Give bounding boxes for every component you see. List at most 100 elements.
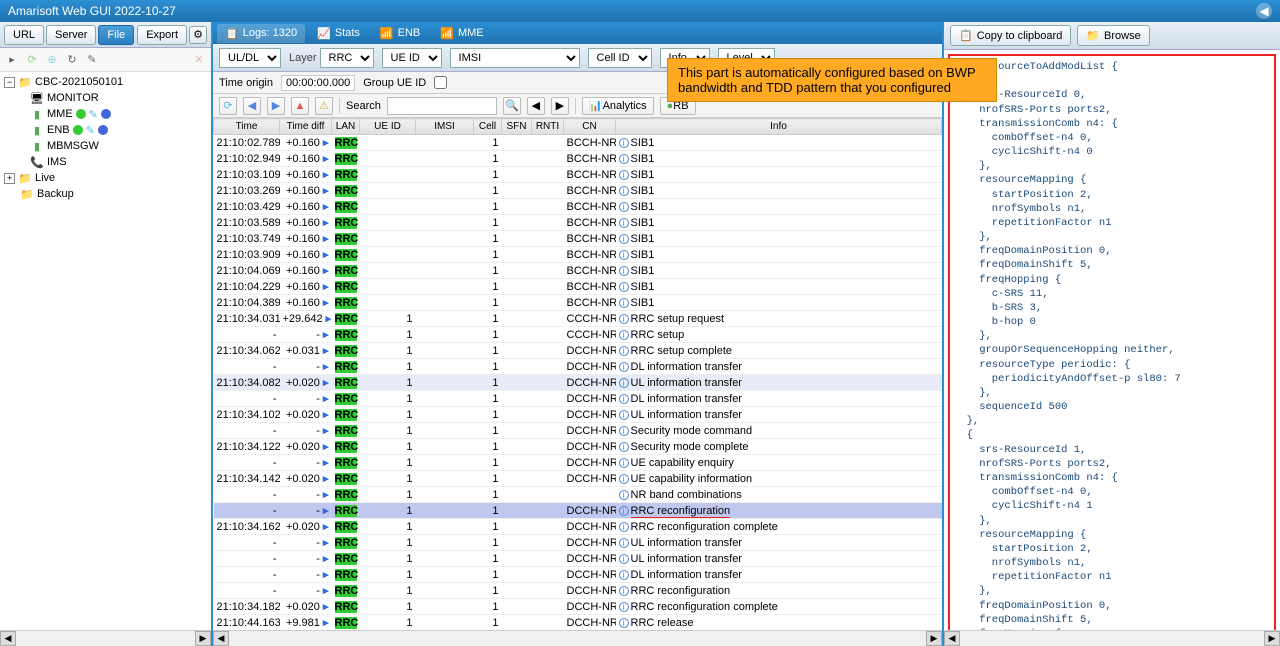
imsi-select[interactable]: IMSI — [450, 48, 580, 68]
col-imsi[interactable]: IMSI — [416, 119, 474, 135]
table-row[interactable]: 21:10:44.163+9.981 ▸RRC11DCCH-NRiRRC rel… — [214, 615, 942, 631]
table-row[interactable]: 21:10:04.389+0.160 ▸RRC1BCCH-NRiSIB1 — [214, 295, 942, 311]
browse-button[interactable]: 📁Browse — [1077, 25, 1149, 46]
table-row[interactable]: 21:10:03.109+0.160 ▸RRC1BCCH-NRiSIB1 — [214, 167, 942, 183]
search-icon[interactable]: 🔍 — [503, 97, 521, 115]
tree-root[interactable]: − 📁 CBC-2021050101 — [0, 74, 211, 90]
table-row[interactable]: -- ▸RRC11DCCH-NRiRRC reconfiguration — [214, 503, 942, 519]
col-cell[interactable]: Cell — [474, 119, 502, 135]
analytics-button[interactable]: 📊Analytics — [582, 97, 654, 115]
alert-icon[interactable]: ⚠ — [315, 97, 333, 115]
scroll-right-icon[interactable]: ▶ — [1264, 631, 1280, 646]
table-row[interactable]: 21:10:04.229+0.160 ▸RRC1BCCH-NRiSIB1 — [214, 279, 942, 295]
edit-icon[interactable]: ✎ — [86, 124, 95, 137]
table-row[interactable]: -- ▸RRC11DCCH-NRiDL information transfer — [214, 391, 942, 407]
cellid-select[interactable]: Cell ID — [588, 48, 652, 68]
table-row[interactable]: 21:10:34.142+0.020 ▸RRC11DCCH-NRiUE capa… — [214, 471, 942, 487]
table-row[interactable]: 21:10:03.269+0.160 ▸RRC1BCCH-NRiSIB1 — [214, 183, 942, 199]
col-sfn[interactable]: SFN — [502, 119, 532, 135]
close-icon[interactable]: ✕ — [191, 52, 207, 68]
table-row[interactable]: -- ▸RRC11DCCH-NRiDL information transfer — [214, 567, 942, 583]
hscrollbar[interactable]: ◀ ▶ — [0, 630, 211, 646]
code-wrap[interactable]: srs-ResourceToAddModList { { srs-Resourc… — [944, 50, 1280, 630]
table-row[interactable]: -- ▸RRC11iNR band combinations — [214, 487, 942, 503]
scroll-right-icon[interactable]: ▶ — [195, 631, 211, 646]
back-icon[interactable]: ◀ — [243, 97, 261, 115]
plus-icon[interactable]: + — [4, 173, 15, 184]
tab-enb[interactable]: 📶ENB — [372, 24, 428, 43]
table-row[interactable]: 21:10:04.069+0.160 ▸RRC1BCCH-NRiSIB1 — [214, 263, 942, 279]
right-hscroll[interactable]: ◀ ▶ — [944, 630, 1280, 646]
table-row[interactable]: 21:10:03.749+0.160 ▸RRC1BCCH-NRiSIB1 — [214, 231, 942, 247]
edit-icon[interactable]: ✎ — [89, 108, 98, 121]
col-cn[interactable]: CN — [564, 119, 616, 135]
table-row[interactable]: 21:10:03.909+0.160 ▸RRC1BCCH-NRiSIB1 — [214, 247, 942, 263]
tree-ims[interactable]: 📞 IMS — [0, 154, 211, 170]
col-info[interactable]: Info — [616, 119, 942, 135]
scroll-left-icon[interactable]: ◀ — [0, 631, 16, 646]
forward-icon[interactable]: ▶ — [267, 97, 285, 115]
tree-backup[interactable]: 📁 Backup — [0, 186, 211, 202]
table-row[interactable]: -- ▸RRC11DCCH-NRiUL information transfer — [214, 551, 942, 567]
file-tab[interactable]: File — [98, 25, 134, 45]
tab-mme[interactable]: 📶MME — [432, 24, 491, 43]
play-icon[interactable] — [101, 109, 111, 119]
table-row[interactable]: -- ▸RRC11DCCH-NRiUE capability enquiry — [214, 455, 942, 471]
server-tab[interactable]: Server — [46, 25, 96, 45]
col-diff[interactable]: Time diff — [280, 119, 332, 135]
edit-icon[interactable]: ✎ — [84, 52, 100, 68]
scroll-left-icon[interactable]: ◀ — [944, 631, 960, 646]
table-row[interactable]: -- ▸RRC11DCCH-NRiRRC reconfiguration — [214, 583, 942, 599]
gear-icon[interactable]: ⚙ — [189, 26, 207, 44]
refresh-icon[interactable]: ⟳ — [24, 52, 40, 68]
scroll-left-icon[interactable]: ◀ — [213, 631, 229, 646]
warn-icon[interactable]: ▲ — [291, 97, 309, 115]
tree-live[interactable]: + 📁 Live — [0, 170, 211, 186]
table-row[interactable]: -- ▸RRC11DCCH-NRiDL information transfer — [214, 359, 942, 375]
table-row[interactable]: 21:10:02.789+0.160 ▸RRC1BCCH-NRiSIB1 — [214, 135, 942, 151]
url-tab[interactable]: URL — [4, 25, 44, 45]
export-button[interactable]: Export — [137, 25, 187, 45]
expand-icon[interactable]: ▸ — [4, 52, 20, 68]
table-row[interactable]: -- ▸RRC11DCCH-NRiUL information transfer — [214, 535, 942, 551]
table-row[interactable]: 21:10:34.082+0.020 ▸RRC11DCCH-NRiUL info… — [214, 375, 942, 391]
tree-mme[interactable]: ▮ MME ✎ — [0, 106, 211, 122]
table-row[interactable]: 21:10:03.429+0.160 ▸RRC1BCCH-NRiSIB1 — [214, 199, 942, 215]
col-rnti[interactable]: RNTI — [532, 119, 564, 135]
center-hscroll[interactable]: ◀ ▶ — [213, 630, 942, 646]
layer-select[interactable]: RRC — [320, 48, 374, 68]
table-row[interactable]: 21:10:34.031+29.642 ▸RRC11CCCH-NRiRRC se… — [214, 311, 942, 327]
table-row[interactable]: 21:10:03.589+0.160 ▸RRC1BCCH-NRiSIB1 — [214, 215, 942, 231]
table-row[interactable]: -- ▸RRC11DCCH-NRiSecurity mode command — [214, 423, 942, 439]
tab-stats[interactable]: 📈Stats — [309, 24, 368, 43]
collapse-icon[interactable]: ◀ — [1256, 3, 1272, 19]
next-icon[interactable]: ▶ — [551, 97, 569, 115]
group-ueid-checkbox[interactable] — [434, 76, 447, 89]
tree-monitor[interactable]: 🖥 MONITOR — [0, 90, 211, 106]
col-time[interactable]: Time — [214, 119, 280, 135]
tree-mbmsgw[interactable]: ▮ MBMSGW — [0, 138, 211, 154]
play-icon[interactable] — [98, 125, 108, 135]
col-lan[interactable]: LAN — [332, 119, 360, 135]
table-row[interactable]: 21:10:02.949+0.160 ▸RRC1BCCH-NRiSIB1 — [214, 151, 942, 167]
table-row[interactable]: 21:10:34.182+0.020 ▸RRC11DCCH-NRiRRC rec… — [214, 599, 942, 615]
minus-icon[interactable]: − — [4, 77, 15, 88]
refresh-icon[interactable]: ⟳ — [219, 97, 237, 115]
table-row[interactable]: 21:10:34.122+0.020 ▸RRC11DCCH-NRiSecurit… — [214, 439, 942, 455]
reload-icon[interactable]: ↻ — [64, 52, 80, 68]
tree-enb[interactable]: ▮ ENB ✎ — [0, 122, 211, 138]
table-row[interactable]: 21:10:34.102+0.020 ▸RRC11DCCH-NRiUL info… — [214, 407, 942, 423]
tab-logs[interactable]: 📋Logs: 1320 — [217, 24, 305, 43]
time-origin-value[interactable]: 00:00:00.000 — [281, 75, 355, 91]
copy-button[interactable]: 📋Copy to clipboard — [950, 25, 1071, 46]
uldl-select[interactable]: UL/DL — [219, 48, 281, 68]
ueid-select[interactable]: UE ID — [382, 48, 442, 68]
prev-icon[interactable]: ◀ — [527, 97, 545, 115]
table-row[interactable]: 21:10:34.162+0.020 ▸RRC11DCCH-NRiRRC rec… — [214, 519, 942, 535]
clone-icon[interactable]: ⊕ — [44, 52, 60, 68]
col-ueid[interactable]: UE ID — [360, 119, 416, 135]
scroll-right-icon[interactable]: ▶ — [926, 631, 942, 646]
table-row[interactable]: 21:10:34.062+0.031 ▸RRC11DCCH-NRiRRC set… — [214, 343, 942, 359]
log-table-wrap[interactable]: Time Time diff LAN UE ID IMSI Cell SFN R… — [213, 118, 942, 630]
search-input[interactable] — [387, 97, 497, 115]
